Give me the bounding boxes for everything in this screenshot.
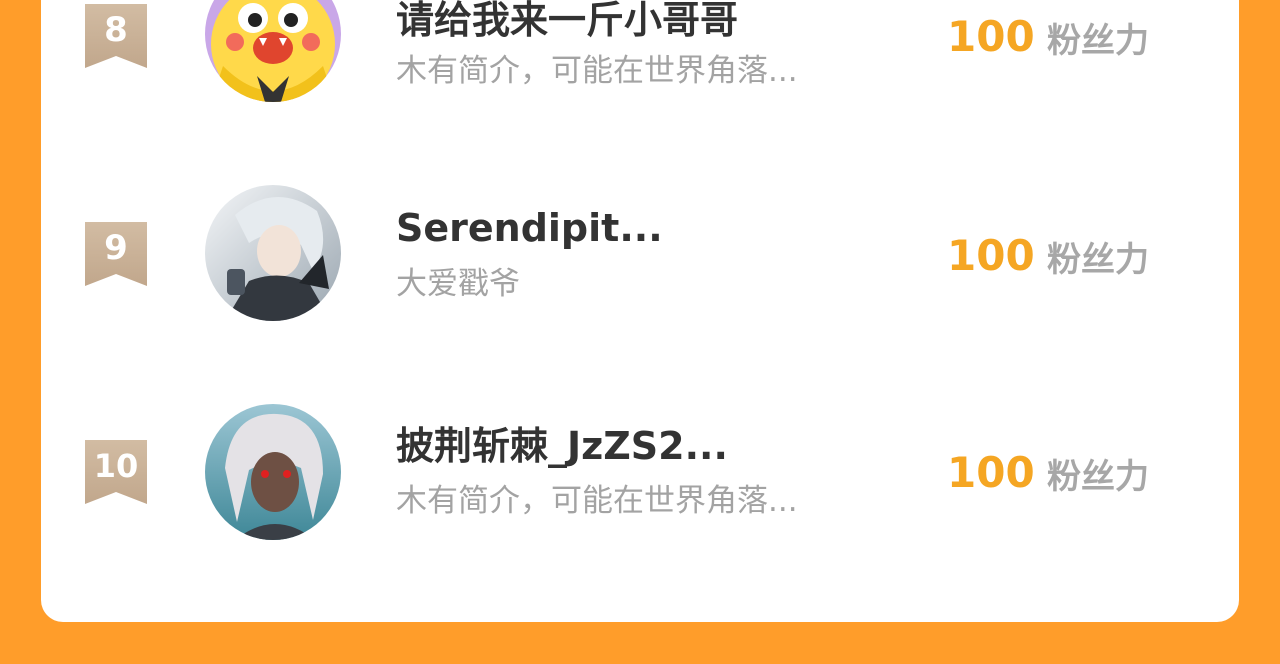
fan-power-score: 100 <box>947 448 1035 497</box>
rank-badge: 8 <box>85 4 147 68</box>
anime-red-eyes-avatar-icon <box>205 404 341 540</box>
leaderboard-card: 8 请给我来一斤小哥哥 木有简介，可能在世界角落... 100 粉丝力 9 Se… <box>41 0 1239 622</box>
avatar[interactable] <box>205 185 341 321</box>
user-name[interactable]: 披荆斩棘_JzZS2... <box>396 423 728 469</box>
user-name[interactable]: 请给我来一斤小哥哥 <box>396 0 738 43</box>
fan-power-label: 粉丝力 <box>1047 21 1149 61</box>
fan-power-label: 粉丝力 <box>1047 457 1149 497</box>
rank-number: 10 <box>93 447 139 485</box>
cartoon-duck-avatar-icon <box>205 0 341 102</box>
avatar[interactable] <box>205 0 341 102</box>
user-bio: 大爱戳爷 <box>396 266 520 302</box>
anime-white-hair-avatar-icon <box>205 185 341 321</box>
user-bio: 木有简介，可能在世界角落... <box>396 53 798 89</box>
rank-number: 9 <box>104 228 128 268</box>
rank-badge: 9 <box>85 222 147 286</box>
fan-power-label: 粉丝力 <box>1047 240 1149 280</box>
user-name[interactable]: Serendipit... <box>396 205 663 251</box>
avatar[interactable] <box>205 404 341 540</box>
user-bio: 木有简介，可能在世界角落... <box>396 483 798 519</box>
fan-power-score: 100 <box>947 12 1035 61</box>
rank-number: 8 <box>104 10 128 50</box>
leaderboard-row[interactable]: 9 Serendipit... 大爱戳爷 100 粉丝力 <box>41 178 1239 338</box>
fan-power-score: 100 <box>947 231 1035 280</box>
rank-badge: 10 <box>85 440 147 504</box>
leaderboard-row[interactable]: 10 披荆斩棘_JzZS2... 木有简介，可能在世界角落... 100 粉丝力 <box>41 396 1239 556</box>
leaderboard-row[interactable]: 8 请给我来一斤小哥哥 木有简介，可能在世界角落... 100 粉丝力 <box>41 0 1239 120</box>
